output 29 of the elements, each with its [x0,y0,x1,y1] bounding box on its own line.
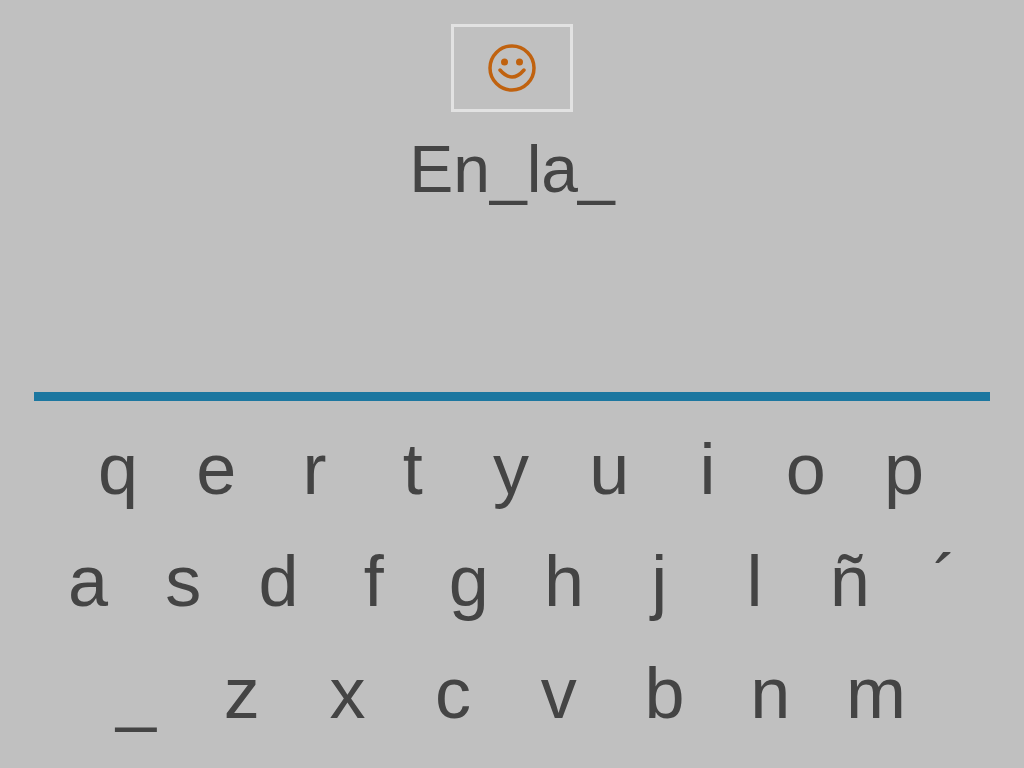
letter-key[interactable]: p [864,427,944,511]
letter-key[interactable]: z [201,651,282,735]
letter-key[interactable]: i [667,427,748,511]
letter-key[interactable]: t [372,427,453,511]
letter-key[interactable]: a [48,539,128,623]
letter-key[interactable]: s [143,539,224,623]
letter-key[interactable]: n [730,651,811,735]
letter-key[interactable]: r [274,427,355,511]
letter-key[interactable]: ñ [809,539,890,623]
letter-key[interactable]: j [619,539,700,623]
letter-key[interactable]: y [471,427,551,511]
letter-key[interactable]: m [835,651,916,735]
letter-key[interactable]: h [524,539,605,623]
letter-key[interactable]: f [333,539,414,623]
letter-key[interactable]: u [569,427,650,511]
smiley-icon [487,43,537,93]
letter-key[interactable]: d [238,539,319,623]
letter-key[interactable]: e [176,427,257,511]
letter-key[interactable]: _ [96,651,176,735]
letter-key[interactable]: x [307,651,388,735]
letter-key[interactable]: o [765,427,846,511]
letter-key[interactable]: c [413,651,494,735]
letter-key[interactable]: ´ [904,539,985,623]
answer-text: En_la_ [409,132,615,206]
letter-key[interactable]: g [428,539,509,623]
letter-key[interactable]: l [714,539,795,623]
letter-key[interactable]: b [624,651,705,735]
letter-key[interactable]: q [78,427,158,511]
letter-key[interactable]: v [518,651,599,735]
